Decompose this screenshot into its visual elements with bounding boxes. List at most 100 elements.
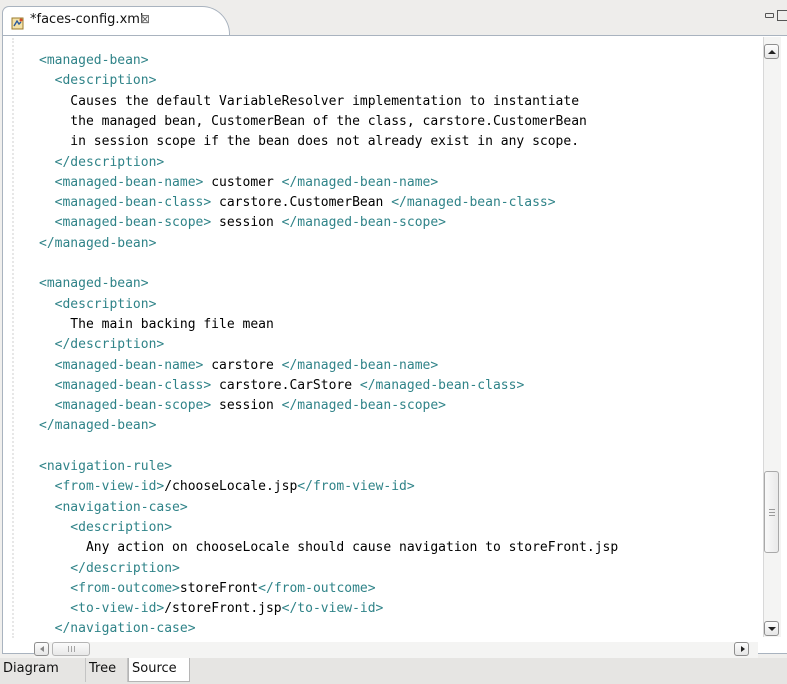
xml-tag: <managed-bean-name>	[39, 358, 204, 373]
code-line: the managed bean, CustomerBean of the cl…	[39, 112, 587, 132]
vertical-scroll-thumb[interactable]	[764, 471, 779, 553]
minimize-icon[interactable]	[765, 13, 774, 18]
xml-tag: </description>	[39, 337, 165, 352]
xml-text: The main backing file mean	[39, 317, 274, 332]
code-line: <to-view-id>/storeFront.jsp</to-view-id>	[39, 599, 383, 619]
xml-tag: <to-view-id>	[39, 601, 165, 616]
tab-source[interactable]: Source	[128, 658, 190, 682]
horizontal-scroll-thumb[interactable]	[52, 642, 90, 656]
xml-tag: </description>	[39, 155, 165, 170]
xml-tag: <managed-bean-class>	[39, 195, 212, 210]
xml-tag: <managed-bean-name>	[39, 175, 204, 190]
xml-tag: <description>	[39, 73, 157, 88]
code-line: <managed-bean>	[39, 51, 149, 71]
grip-line	[769, 509, 775, 510]
arrow-right-icon	[741, 646, 745, 652]
xml-text: carstore.CustomerBean	[211, 195, 392, 210]
code-line: </managed-bean>	[39, 416, 156, 436]
code-line: The main backing file mean	[39, 315, 274, 335]
xml-tag: <description>	[39, 297, 157, 312]
code-line: <managed-bean-name> customer </managed-b…	[39, 173, 439, 193]
window-controls	[763, 8, 787, 22]
xml-text: carstore.CarStore	[211, 378, 360, 393]
xml-text: in session scope if the bean does not al…	[39, 134, 580, 149]
editor-tab-bar: *faces-config.xml ⊠	[0, 0, 787, 36]
xml-text: customer	[203, 175, 282, 190]
code-line: </navigation-case>	[39, 619, 196, 639]
file-tab[interactable]: *faces-config.xml ⊠	[2, 6, 230, 36]
xml-text: /chooseLocale.jsp	[164, 479, 298, 494]
xml-tag: </managed-bean>	[39, 418, 157, 433]
xml-text: session	[211, 398, 282, 413]
tab-diagram[interactable]: Diagram	[0, 658, 86, 682]
xml-tag: <navigation-case>	[39, 500, 188, 515]
xml-text: the managed bean, CustomerBean of the cl…	[39, 114, 587, 129]
xml-tag: </managed-bean-scope>	[281, 398, 447, 413]
xml-tag: <managed-bean>	[39, 276, 149, 291]
xml-tag: <managed-bean-class>	[39, 378, 212, 393]
code-line: <description>	[39, 295, 157, 315]
xml-text: /storeFront.jsp	[164, 601, 282, 616]
code-line: <from-outcome>storeFront</from-outcome>	[39, 579, 376, 599]
xml-tag: </managed-bean-name>	[281, 175, 439, 190]
xml-text: Causes the default VariableResolver impl…	[39, 94, 580, 109]
xml-editor: *faces-config.xml ⊠ <managed-bean> <desc…	[0, 0, 787, 684]
code-line: <managed-bean-class> carstore.CustomerBe…	[39, 193, 556, 213]
code-line: in session scope if the bean does not al…	[39, 132, 579, 152]
code-line: </description>	[39, 559, 180, 579]
code-line: Any action on chooseLocale should cause …	[39, 538, 618, 558]
code-line: <navigation-rule>	[39, 457, 172, 477]
scroll-down-button[interactable]	[764, 621, 779, 636]
grip-line	[769, 515, 775, 516]
editor-view-tabs: Diagram Tree Source	[0, 658, 787, 684]
file-tab-title: *faces-config.xml	[30, 12, 144, 27]
grip-line	[68, 646, 69, 652]
xml-tag: </to-view-id>	[281, 601, 384, 616]
arrow-up-icon	[768, 50, 776, 54]
xml-tag: </managed-bean-scope>	[281, 215, 447, 230]
arrow-down-icon	[768, 627, 776, 631]
code-line: </managed-bean>	[39, 234, 156, 254]
close-tab-icon[interactable]: ⊠	[140, 12, 150, 26]
scroll-up-button[interactable]	[764, 44, 779, 59]
xml-text: Any action on chooseLocale should cause …	[39, 540, 619, 555]
xml-file-icon	[11, 15, 25, 30]
xml-text: session	[211, 215, 282, 230]
xml-tag: </navigation-case>	[39, 621, 196, 636]
xml-tag: </from-view-id>	[297, 479, 415, 494]
code-line: <managed-bean-scope> session </managed-b…	[39, 213, 446, 233]
code-line: <description>	[39, 71, 157, 91]
scroll-left-button[interactable]	[34, 642, 49, 656]
code-line: <managed-bean>	[39, 274, 149, 294]
code-line: </description>	[39, 153, 165, 173]
xml-tag: <description>	[39, 520, 173, 535]
tab-tree[interactable]: Tree	[86, 658, 128, 682]
xml-tag: </managed-bean>	[39, 236, 157, 251]
code-line: <description>	[39, 518, 172, 538]
code-line: </description>	[39, 335, 165, 355]
xml-tag: <managed-bean-scope>	[39, 398, 212, 413]
xml-text: storeFront	[179, 581, 259, 596]
xml-tag: </managed-bean-class>	[359, 378, 525, 393]
xml-tag: <from-outcome>	[39, 581, 180, 596]
code-text-area[interactable]: <managed-bean> <description> Causes the …	[3, 51, 759, 643]
xml-tag: </from-outcome>	[258, 581, 376, 596]
code-line: <managed-bean-scope> session </managed-b…	[39, 396, 446, 416]
xml-tag: <managed-bean>	[39, 53, 149, 68]
maximize-icon[interactable]	[777, 10, 787, 21]
xml-tag: </managed-bean-class>	[391, 195, 556, 210]
scroll-right-button[interactable]	[734, 642, 749, 656]
grip-line	[769, 512, 775, 513]
xml-tag: <managed-bean-scope>	[39, 215, 212, 230]
xml-tag: <navigation-rule>	[39, 459, 173, 474]
arrow-left-icon	[40, 646, 44, 652]
code-line: Causes the default VariableResolver impl…	[39, 92, 579, 112]
code-line: <navigation-case>	[39, 498, 188, 518]
horizontal-scrollbar[interactable]	[34, 642, 758, 658]
code-line: <managed-bean-name> carstore </managed-b…	[39, 356, 439, 376]
source-editor-area[interactable]: <managed-bean> <description> Causes the …	[2, 35, 787, 654]
grip-line	[74, 646, 75, 652]
vertical-scrollbar[interactable]	[763, 37, 781, 637]
grip-line	[71, 646, 72, 652]
code-line: <managed-bean-class> carstore.CarStore <…	[39, 376, 525, 396]
